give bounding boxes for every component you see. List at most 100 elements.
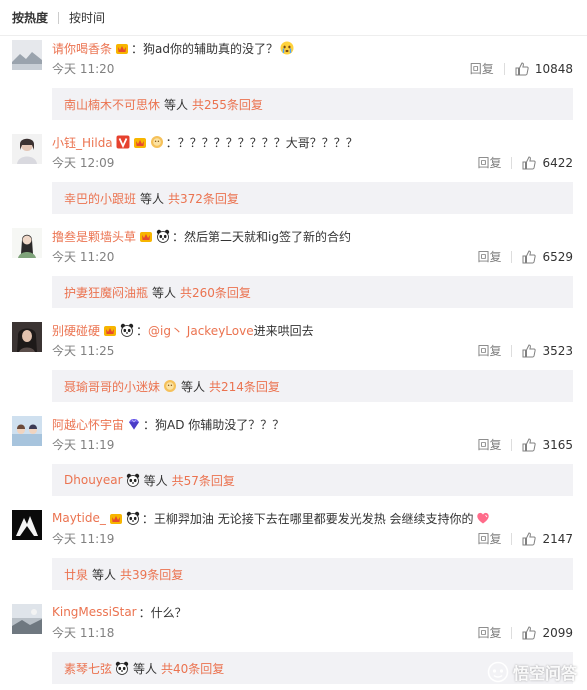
reply-username[interactable]: 南山楠木不可思休 — [64, 96, 160, 113]
comment-text: 狗ad你的辅助真的没了？ — [143, 41, 279, 56]
comment-list: 请你喝香条 ： 狗ad你的辅助真的没了？ 今天 11:20 回复 10848 南… — [0, 36, 587, 690]
thumbs-up-icon — [515, 61, 529, 75]
like-count: 3523 — [542, 343, 573, 358]
watermark-text: 悟空问答 — [512, 664, 577, 683]
avatar[interactable] — [12, 40, 42, 70]
avatar[interactable] — [12, 510, 42, 540]
action-divider — [511, 250, 513, 263]
reply-username[interactable]: 幸巴的小跟班 — [64, 190, 136, 207]
like-button[interactable]: 6422 — [522, 156, 573, 170]
thumbs-up-icon — [522, 343, 537, 357]
comment-item: 阿越心怀宇宙 ： 狗AD 你辅助没了？？？ 今天 11:19 回复 3165 D… — [0, 412, 587, 506]
reply-count[interactable]: 共40条回复 — [161, 660, 224, 677]
reply-count[interactable]: 共255条回复 — [192, 96, 263, 113]
avatar[interactable] — [12, 322, 42, 352]
replies-summary[interactable]: 聂瑜哥哥的小迷妹 等人 共214条回复 — [52, 370, 573, 402]
vip-crown-icon — [133, 135, 147, 149]
replies-summary[interactable]: 南山楠木不可思休 等人 共255条回复 — [52, 88, 573, 120]
panda-icon — [156, 229, 170, 243]
comment-colon: ： — [131, 41, 144, 56]
like-button[interactable]: 6529 — [522, 250, 573, 264]
reply-button[interactable]: 回复 — [477, 530, 501, 547]
reply-count[interactable]: 共39条回复 — [120, 566, 183, 583]
mention-link[interactable]: @ig丶 JackeyLove — [148, 322, 254, 339]
reply-count[interactable]: 共57条回复 — [172, 472, 235, 489]
reply-button[interactable]: 回复 — [477, 154, 501, 171]
reply-button[interactable]: 回复 — [477, 248, 501, 265]
comment-username[interactable]: 别硬碰硬 — [52, 322, 100, 339]
reply-button[interactable]: 回复 — [477, 342, 501, 359]
comment-username[interactable]: Maytide_ — [52, 511, 106, 525]
like-button[interactable]: 3165 — [522, 438, 573, 452]
comment-colon: ： — [141, 511, 154, 526]
reply-count[interactable]: 共372条回复 — [168, 190, 239, 207]
comment-username[interactable]: 阿越心怀宇宙 — [52, 416, 124, 433]
like-button[interactable]: 2147 — [522, 532, 573, 546]
avatar[interactable] — [12, 228, 42, 258]
reply-username[interactable]: Dhouyear — [64, 473, 123, 487]
reply-username[interactable]: 聂瑜哥哥的小迷妹 — [64, 378, 160, 395]
reply-username[interactable]: 护妻狂魔闷油瓶 — [64, 284, 148, 301]
comment-colon: ： — [136, 323, 149, 338]
comment-colon: ： — [138, 605, 151, 620]
reply-button[interactable]: 回复 — [470, 60, 494, 77]
watermark: 悟空问答 — [487, 660, 577, 684]
avatar[interactable] — [12, 416, 42, 446]
comment-username[interactable]: KingMessiStar — [52, 605, 137, 619]
action-divider — [503, 62, 505, 75]
comment-text: 进来哄回去 — [253, 323, 314, 338]
like-count: 6529 — [542, 249, 573, 264]
reply-button[interactable]: 回复 — [477, 624, 501, 641]
replies-summary[interactable]: Dhouyear 等人 共57条回复 — [52, 464, 573, 496]
v-verified-icon — [116, 135, 130, 149]
comment-username[interactable]: 请你喝香条 — [52, 40, 112, 57]
avatar[interactable] — [12, 604, 42, 634]
comment-username[interactable]: 小钰_Hilda — [52, 134, 113, 151]
replies-summary[interactable]: 幸巴的小跟班 等人 共372条回复 — [52, 182, 573, 214]
sort-by-hot-tab[interactable]: 按热度 — [12, 9, 48, 26]
comment-time: 今天 11:18 — [52, 626, 115, 640]
reply-count[interactable]: 共260条回复 — [180, 284, 251, 301]
comment-text: 狗AD 你辅助没了？？？ — [155, 417, 285, 432]
like-button[interactable]: 3523 — [522, 344, 573, 358]
comment-text: ？？？？？？？？？大哥？？？？ — [177, 135, 358, 150]
comment-time: 今天 11:19 — [52, 532, 115, 546]
replies-summary[interactable]: 护妻狂魔闷油瓶 等人 共260条回复 — [52, 276, 573, 308]
comment-item: 撸叁是颗墙头草 ： 然后第二天就和ig签了新的合约 今天 11:20 回复 65… — [0, 224, 587, 318]
like-count: 10848 — [534, 61, 573, 76]
comment-item: 小钰_Hilda ： ？？？？？？？？？大哥？？？？ 今天 12:09 回复 6… — [0, 130, 587, 224]
like-button[interactable]: 2099 — [522, 626, 573, 640]
sort-by-time-tab[interactable]: 按时间 — [69, 9, 105, 26]
vip-crown-icon — [115, 41, 129, 55]
thumbs-up-icon — [522, 531, 537, 545]
action-divider — [511, 156, 513, 169]
comment-colon: ： — [165, 135, 178, 150]
vip-crown-icon — [103, 323, 117, 337]
comment-time: 今天 11:19 — [52, 438, 115, 452]
reply-dengren: 等人 — [140, 191, 165, 206]
reply-username[interactable]: 素琴七弦 — [64, 660, 112, 677]
reply-dengren: 等人 — [143, 473, 168, 488]
thumbs-up-icon — [522, 249, 537, 263]
like-button[interactable]: 10848 — [515, 62, 573, 76]
reply-username[interactable]: 廿泉 — [64, 566, 88, 583]
reply-dengren: 等人 — [164, 97, 189, 112]
avatar[interactable] — [12, 134, 42, 164]
sort-bar: 按热度 按时间 — [0, 0, 587, 36]
comment-time: 今天 12:09 — [52, 156, 115, 170]
comment-time: 今天 11:20 — [52, 250, 115, 264]
reply-count[interactable]: 共214条回复 — [209, 378, 280, 395]
comment-item: 别硬碰硬 ： @ig丶 JackeyLove 进来哄回去 今天 11:25 回复… — [0, 318, 587, 412]
comment-username[interactable]: 撸叁是颗墙头草 — [52, 228, 136, 245]
comment-text: 什么？ — [150, 605, 187, 620]
comment-item: 请你喝香条 ： 狗ad你的辅助真的没了？ 今天 11:20 回复 10848 南… — [0, 36, 587, 130]
vip-crown-icon — [109, 511, 123, 525]
replies-summary[interactable]: 廿泉 等人 共39条回复 — [52, 558, 573, 590]
wukong-logo-icon — [487, 661, 509, 683]
heart-emoji — [476, 511, 490, 525]
reply-button[interactable]: 回复 — [477, 436, 501, 453]
panda-icon — [120, 323, 134, 337]
medal-icon — [150, 135, 164, 149]
action-divider — [511, 532, 513, 545]
comment-item: Maytide_ ： 王柳羿加油 无论接下去在哪里都要发光发热 会继续支持你的 … — [0, 506, 587, 600]
